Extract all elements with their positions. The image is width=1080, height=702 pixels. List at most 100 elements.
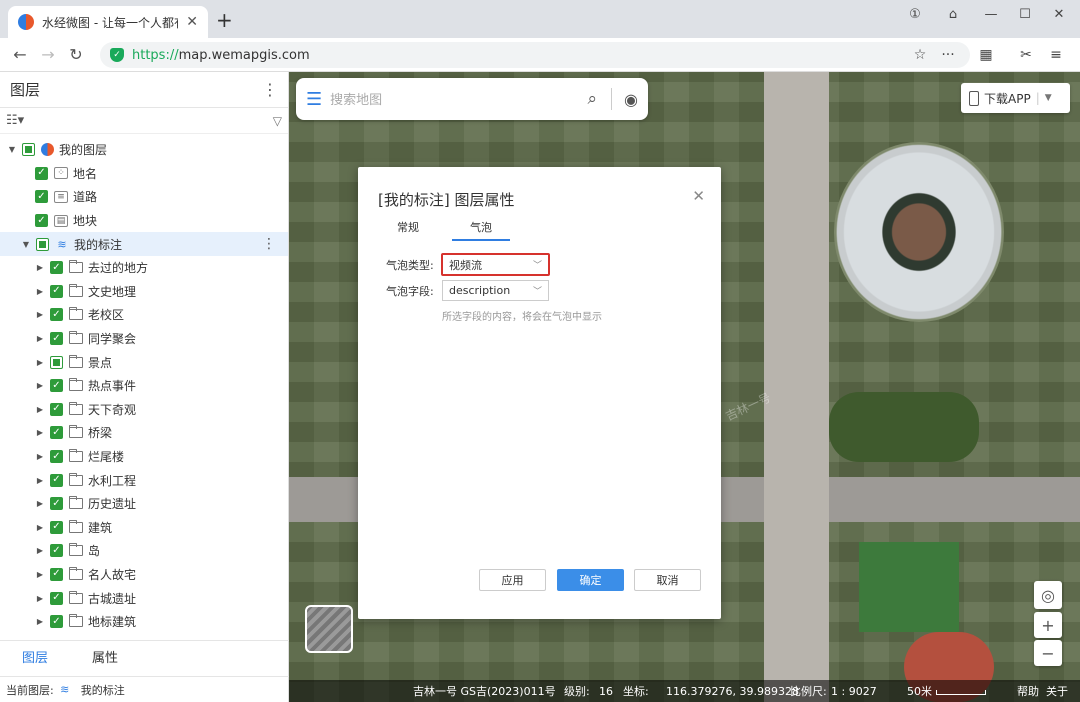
menu-icon[interactable]: ≡ xyxy=(1042,42,1070,68)
expand-arrow-icon[interactable]: ▼ xyxy=(6,145,18,154)
collapse-arrow-icon[interactable]: ▶ xyxy=(34,334,46,343)
minimize-icon[interactable]: — xyxy=(972,0,1010,28)
layer-folder-item[interactable]: ▶ ✓ 地标建筑 xyxy=(0,610,288,634)
layer-checkbox[interactable] xyxy=(36,237,49,251)
tab-count-icon[interactable]: ① xyxy=(896,0,934,28)
apps-grid-icon[interactable]: ▦ xyxy=(972,42,1000,68)
layer-more-icon[interactable]: ⋮ xyxy=(262,236,276,252)
tab-attributes[interactable]: 属性 xyxy=(70,641,140,676)
reload-icon[interactable]: ↻ xyxy=(62,45,90,64)
tab-close-icon[interactable]: ✕ xyxy=(186,14,198,30)
collapse-arrow-icon[interactable]: ▶ xyxy=(34,499,46,508)
layer-folder-item[interactable]: ▶ ✓ 老校区 xyxy=(0,303,288,327)
forward-icon[interactable]: → xyxy=(34,45,62,64)
collapse-arrow-icon[interactable]: ▶ xyxy=(34,570,46,579)
layer-folder-item[interactable]: ▶ ✓ 古城遗址 xyxy=(0,586,288,610)
about-link[interactable]: 关于 xyxy=(1046,683,1068,699)
layer-folder-item[interactable]: ▶ ✓ 桥梁 xyxy=(0,421,288,445)
layer-checkbox[interactable]: ✓ xyxy=(50,591,63,605)
browser-tab[interactable]: 水经微图 - 让每一个人都有自 ✕ xyxy=(8,6,208,38)
layer-folder-item[interactable]: ▶ ✓ 名人故宅 xyxy=(0,563,288,587)
zoom-out-icon[interactable]: − xyxy=(1034,640,1062,666)
layer-checkbox[interactable]: ✓ xyxy=(50,497,63,511)
layer-folder-item[interactable]: ▶ ✓ 历史遗址 xyxy=(0,492,288,516)
panel-more-icon[interactable]: ⋮ xyxy=(262,80,278,99)
layer-checkbox[interactable]: ✓ xyxy=(50,261,63,275)
layer-checkbox[interactable]: ✓ xyxy=(50,567,63,581)
hamburger-menu-icon[interactable]: ☰ xyxy=(306,89,322,110)
address-bar[interactable]: ✓ https:// map.wemapgis.com xyxy=(100,42,970,68)
layer-folder-item[interactable]: ▶ ✓ 建筑 xyxy=(0,516,288,540)
layer-checkbox[interactable]: ✓ xyxy=(50,402,63,416)
tab-bubble[interactable]: 气泡 xyxy=(452,219,510,241)
collapse-arrow-icon[interactable]: ▶ xyxy=(34,476,46,485)
layer-checkbox[interactable]: ✓ xyxy=(50,615,63,629)
collapse-arrow-icon[interactable]: ▶ xyxy=(34,310,46,319)
shirt-icon[interactable]: ⌂ xyxy=(934,0,972,28)
layer-tree-item[interactable]: ✓ ⁘ 地名 xyxy=(0,162,288,186)
layer-checkbox[interactable]: ✓ xyxy=(50,426,63,440)
layer-folder-item[interactable]: ▶ ✓ 岛 xyxy=(0,539,288,563)
back-icon[interactable]: ← xyxy=(6,45,34,64)
layer-folder-item[interactable]: ▶ 景点 xyxy=(0,350,288,374)
collapse-arrow-icon[interactable]: ▶ xyxy=(34,358,46,367)
collapse-arrow-icon[interactable]: ▶ xyxy=(34,287,46,296)
layer-folder-item[interactable]: ▶ ✓ 天下奇观 xyxy=(0,398,288,422)
collapse-arrow-icon[interactable]: ▶ xyxy=(34,428,46,437)
ok-button[interactable]: 确定 xyxy=(557,569,624,591)
collapse-arrow-icon[interactable]: ▶ xyxy=(34,452,46,461)
collapse-arrow-icon[interactable]: ▶ xyxy=(34,405,46,414)
collapse-arrow-icon[interactable]: ▶ xyxy=(34,594,46,603)
layer-checkbox[interactable]: ✓ xyxy=(35,214,48,228)
layer-folder-item[interactable]: ▶ ✓ 水利工程 xyxy=(0,468,288,492)
bubble-field-select[interactable]: description ﹀ xyxy=(442,280,549,301)
map-search-input[interactable] xyxy=(330,91,580,107)
basemap-switcher[interactable] xyxy=(305,605,353,653)
collapse-arrow-icon[interactable]: ▶ xyxy=(34,546,46,555)
bubble-type-select[interactable]: 视频流 ﹀ xyxy=(441,253,550,276)
filter-icon[interactable]: ▽ xyxy=(273,114,282,128)
layer-checkbox[interactable]: ✓ xyxy=(50,379,63,393)
chevron-down-icon[interactable]: ▼ xyxy=(1045,93,1052,103)
tab-layers[interactable]: 图层 xyxy=(0,641,70,676)
scissors-icon[interactable]: ✂ xyxy=(1012,42,1040,68)
layer-folder-item[interactable]: ▶ ✓ 热点事件 xyxy=(0,374,288,398)
layer-folder-item[interactable]: ▶ ✓ 烂尾楼 xyxy=(0,445,288,469)
layer-checkbox[interactable]: ✓ xyxy=(50,544,63,558)
layer-checkbox[interactable] xyxy=(50,355,63,369)
layer-tree-item[interactable]: ▼ 我的图层 xyxy=(0,138,288,162)
expand-arrow-icon[interactable]: ▼ xyxy=(20,240,32,249)
layer-tree-item[interactable]: ✓ ≡ 道路 xyxy=(0,185,288,209)
locate-icon[interactable]: ◎ xyxy=(1034,581,1062,609)
layer-checkbox[interactable]: ✓ xyxy=(50,332,63,346)
list-view-icon[interactable]: ☷▾ xyxy=(6,113,24,128)
layer-checkbox[interactable] xyxy=(22,143,35,157)
layer-checkbox[interactable]: ✓ xyxy=(50,284,63,298)
collapse-arrow-icon[interactable]: ▶ xyxy=(34,523,46,532)
download-app-button[interactable]: 下载APP | ▼ xyxy=(961,83,1070,113)
collapse-arrow-icon[interactable]: ▶ xyxy=(34,617,46,626)
new-tab-icon[interactable]: + xyxy=(216,10,233,30)
layer-tree-item[interactable]: ▼ ≋ 我的标注 ⋮ xyxy=(0,232,288,256)
apply-button[interactable]: 应用 xyxy=(479,569,546,591)
zoom-in-icon[interactable]: + xyxy=(1034,612,1062,638)
help-link[interactable]: 帮助 xyxy=(1017,683,1039,699)
collapse-arrow-icon[interactable]: ▶ xyxy=(34,381,46,390)
collapse-arrow-icon[interactable]: ▶ xyxy=(34,263,46,272)
maximize-icon[interactable]: ☐ xyxy=(1006,0,1044,28)
layer-checkbox[interactable]: ✓ xyxy=(50,308,63,322)
tab-general[interactable]: 常规 xyxy=(378,219,438,241)
cancel-button[interactable]: 取消 xyxy=(634,569,701,591)
layer-checkbox[interactable]: ✓ xyxy=(35,190,48,204)
location-pin-icon[interactable]: ◉ xyxy=(624,90,638,109)
close-window-icon[interactable]: ✕ xyxy=(1040,0,1078,28)
layer-folder-item[interactable]: ▶ ✓ 文史地理 xyxy=(0,280,288,304)
layer-checkbox[interactable]: ✓ xyxy=(50,473,63,487)
bookmark-star-icon[interactable]: ☆ xyxy=(906,42,934,68)
more-dots-icon[interactable]: ··· xyxy=(934,42,962,68)
layer-checkbox[interactable]: ✓ xyxy=(50,520,63,534)
layer-folder-item[interactable]: ▶ ✓ 去过的地方 xyxy=(0,256,288,280)
layer-checkbox[interactable]: ✓ xyxy=(50,450,63,464)
search-icon[interactable]: ⌕ xyxy=(588,89,598,109)
layer-tree-item[interactable]: ✓ ▤ 地块 xyxy=(0,209,288,233)
